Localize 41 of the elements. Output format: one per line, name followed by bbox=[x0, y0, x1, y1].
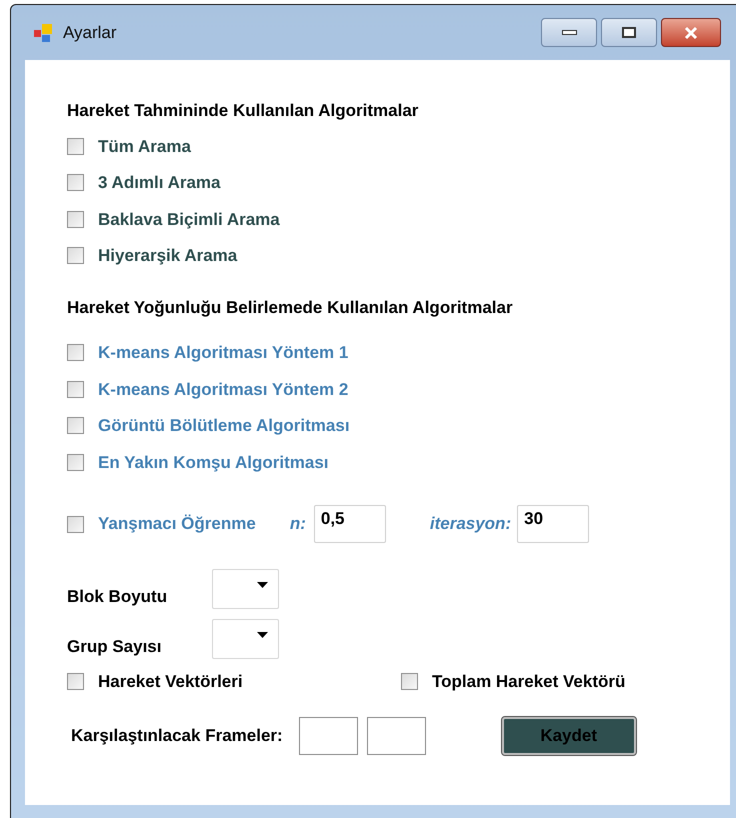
checkbox-label: Tüm Arama bbox=[98, 136, 191, 158]
checkbox[interactable] bbox=[67, 247, 84, 264]
window-title: Ayarlar bbox=[63, 22, 117, 44]
checkbox[interactable] bbox=[401, 673, 418, 690]
checkbox-label: K-means Algoritması Yöntem 1 bbox=[98, 342, 348, 364]
close-icon bbox=[683, 26, 699, 40]
checkbox[interactable] bbox=[67, 417, 84, 434]
checkbox[interactable] bbox=[67, 673, 84, 690]
checkbox-label: Hareket Vektörleri bbox=[98, 671, 243, 693]
checkbox-label: K-means Algoritması Yöntem 2 bbox=[98, 378, 348, 401]
checkbox-label: Baklava Biçimli Arama bbox=[98, 208, 280, 230]
maximize-button[interactable] bbox=[601, 18, 657, 47]
checkbox[interactable] bbox=[67, 344, 84, 362]
app-icon bbox=[33, 22, 55, 44]
checkbox[interactable] bbox=[67, 516, 84, 532]
minimize-button[interactable] bbox=[541, 18, 597, 47]
section-heading: Hareket Tahmininde Kullanılan Algoritmalar bbox=[67, 100, 420, 122]
checkbox[interactable] bbox=[67, 380, 84, 398]
frame-field[interactable] bbox=[366, 716, 426, 754]
iteration-label: iterasyon: bbox=[430, 513, 512, 536]
n-field[interactable]: 0,5 bbox=[314, 505, 386, 543]
n-label: n: bbox=[290, 513, 306, 536]
checkbox-label: En Yakın Komşu Algoritması bbox=[98, 452, 329, 474]
checkbox-label: Hiyerarşik Arama bbox=[98, 245, 238, 267]
checkbox-label: Yanşmacı Öğrenme bbox=[98, 513, 256, 536]
section-heading: Hareket Yoğunluğu Belirlemede Kullanılan Algoritmalar bbox=[67, 296, 514, 319]
dropdown-label: Blok Boyutu bbox=[67, 586, 168, 608]
caret-icon bbox=[257, 582, 268, 588]
checkbox[interactable] bbox=[67, 210, 84, 228]
checkbox[interactable] bbox=[67, 174, 84, 192]
checkbox-label: Görüntü Bölütleme Algoritması bbox=[98, 415, 350, 437]
caret-icon bbox=[257, 632, 268, 638]
dropdown-label: Grup Sayısı bbox=[67, 636, 162, 658]
frame-field[interactable] bbox=[298, 716, 358, 754]
checkbox[interactable] bbox=[67, 138, 84, 155]
checkbox-label: Toplam Hareket Vektörü bbox=[432, 671, 626, 693]
checkbox-label: 3 Adımlı Arama bbox=[98, 172, 221, 194]
frames-label: Karşılaştınlacak Frameler: bbox=[71, 724, 283, 747]
iteration-field[interactable]: 30 bbox=[517, 505, 590, 543]
close-button[interactable] bbox=[661, 18, 721, 47]
checkbox[interactable] bbox=[67, 454, 84, 471]
